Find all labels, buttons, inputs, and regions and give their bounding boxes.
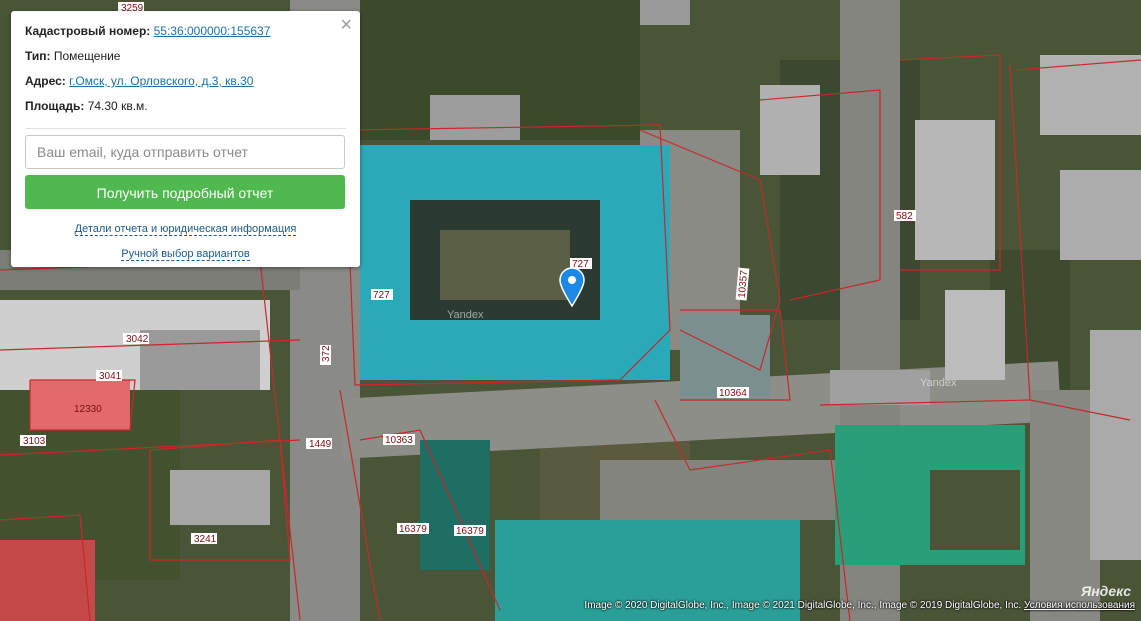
parcel-label: 582 bbox=[896, 211, 913, 222]
email-input[interactable] bbox=[25, 135, 345, 169]
building bbox=[430, 95, 520, 140]
parcel-label: 372 bbox=[321, 345, 332, 362]
yandex-logo: Яндекс bbox=[1081, 583, 1131, 599]
building bbox=[1060, 170, 1141, 260]
type-label: Тип: bbox=[25, 49, 51, 63]
parcel-label: 3103 bbox=[23, 436, 46, 447]
divider bbox=[25, 128, 346, 129]
parcel-label: 3042 bbox=[126, 334, 149, 345]
address-row: Адрес: г.Омск, ул. Орловского, д.3, кв.3… bbox=[25, 73, 346, 98]
info-popup: × Кадастровый номер: 55:36:000000:155637… bbox=[11, 11, 360, 267]
parcel-label: 12330 bbox=[74, 404, 102, 415]
building bbox=[170, 470, 270, 525]
building bbox=[760, 85, 820, 175]
parcel-label: 727 bbox=[373, 290, 390, 301]
cadastral-row: Кадастровый номер: 55:36:000000:155637 bbox=[25, 23, 346, 48]
watermark: Yandex bbox=[447, 309, 484, 321]
area-row: Площадь: 74.30 кв.м. bbox=[25, 98, 346, 123]
map-attribution: Image © 2020 DigitalGlobe, Inc., Image ©… bbox=[584, 600, 1135, 611]
address-label: Адрес: bbox=[25, 74, 66, 88]
building bbox=[140, 330, 260, 390]
parcel-label: 3241 bbox=[194, 534, 217, 545]
cadastral-label: Кадастровый номер: bbox=[25, 24, 151, 38]
parcel-label: 1449 bbox=[309, 439, 332, 450]
manual-link-row: Ручной выбор вариантов bbox=[25, 248, 346, 261]
area-label: Площадь: bbox=[25, 99, 85, 113]
address-link[interactable]: г.Омск, ул. Орловского, д.3, кв.30 bbox=[69, 74, 253, 88]
parcel-label: 10364 bbox=[719, 388, 747, 399]
cadastral-number-link[interactable]: 55:36:000000:155637 bbox=[154, 24, 271, 38]
terms-link[interactable]: Условия использования bbox=[1024, 600, 1135, 611]
building bbox=[0, 540, 95, 621]
parcel-label: 3041 bbox=[99, 371, 122, 382]
parcel-label: 10363 bbox=[385, 435, 413, 446]
type-value: Помещение bbox=[53, 49, 121, 63]
courtyard bbox=[930, 470, 1020, 550]
area-value: 74.30 кв.м. bbox=[87, 99, 148, 113]
building bbox=[420, 440, 490, 570]
details-link-row: Детали отчета и юридическая информация bbox=[25, 223, 346, 236]
parcel-label: 16379 bbox=[399, 524, 427, 535]
close-icon[interactable]: × bbox=[340, 15, 352, 35]
get-report-button[interactable]: Получить подробный отчет bbox=[25, 175, 345, 209]
building bbox=[945, 290, 1005, 380]
building bbox=[640, 0, 690, 25]
details-link[interactable]: Детали отчета и юридическая информация bbox=[74, 223, 297, 236]
building bbox=[830, 370, 930, 405]
parcel-label: 16379 bbox=[456, 526, 484, 537]
attribution-text: Image © 2020 DigitalGlobe, Inc., Image ©… bbox=[584, 600, 1022, 611]
watermark: Yandex bbox=[920, 377, 957, 389]
selected-building[interactable] bbox=[360, 145, 670, 380]
road bbox=[600, 460, 860, 520]
building bbox=[915, 120, 995, 260]
type-row: Тип: Помещение bbox=[25, 48, 346, 73]
manual-selection-link[interactable]: Ручной выбор вариантов bbox=[121, 248, 250, 261]
building bbox=[1090, 330, 1141, 560]
